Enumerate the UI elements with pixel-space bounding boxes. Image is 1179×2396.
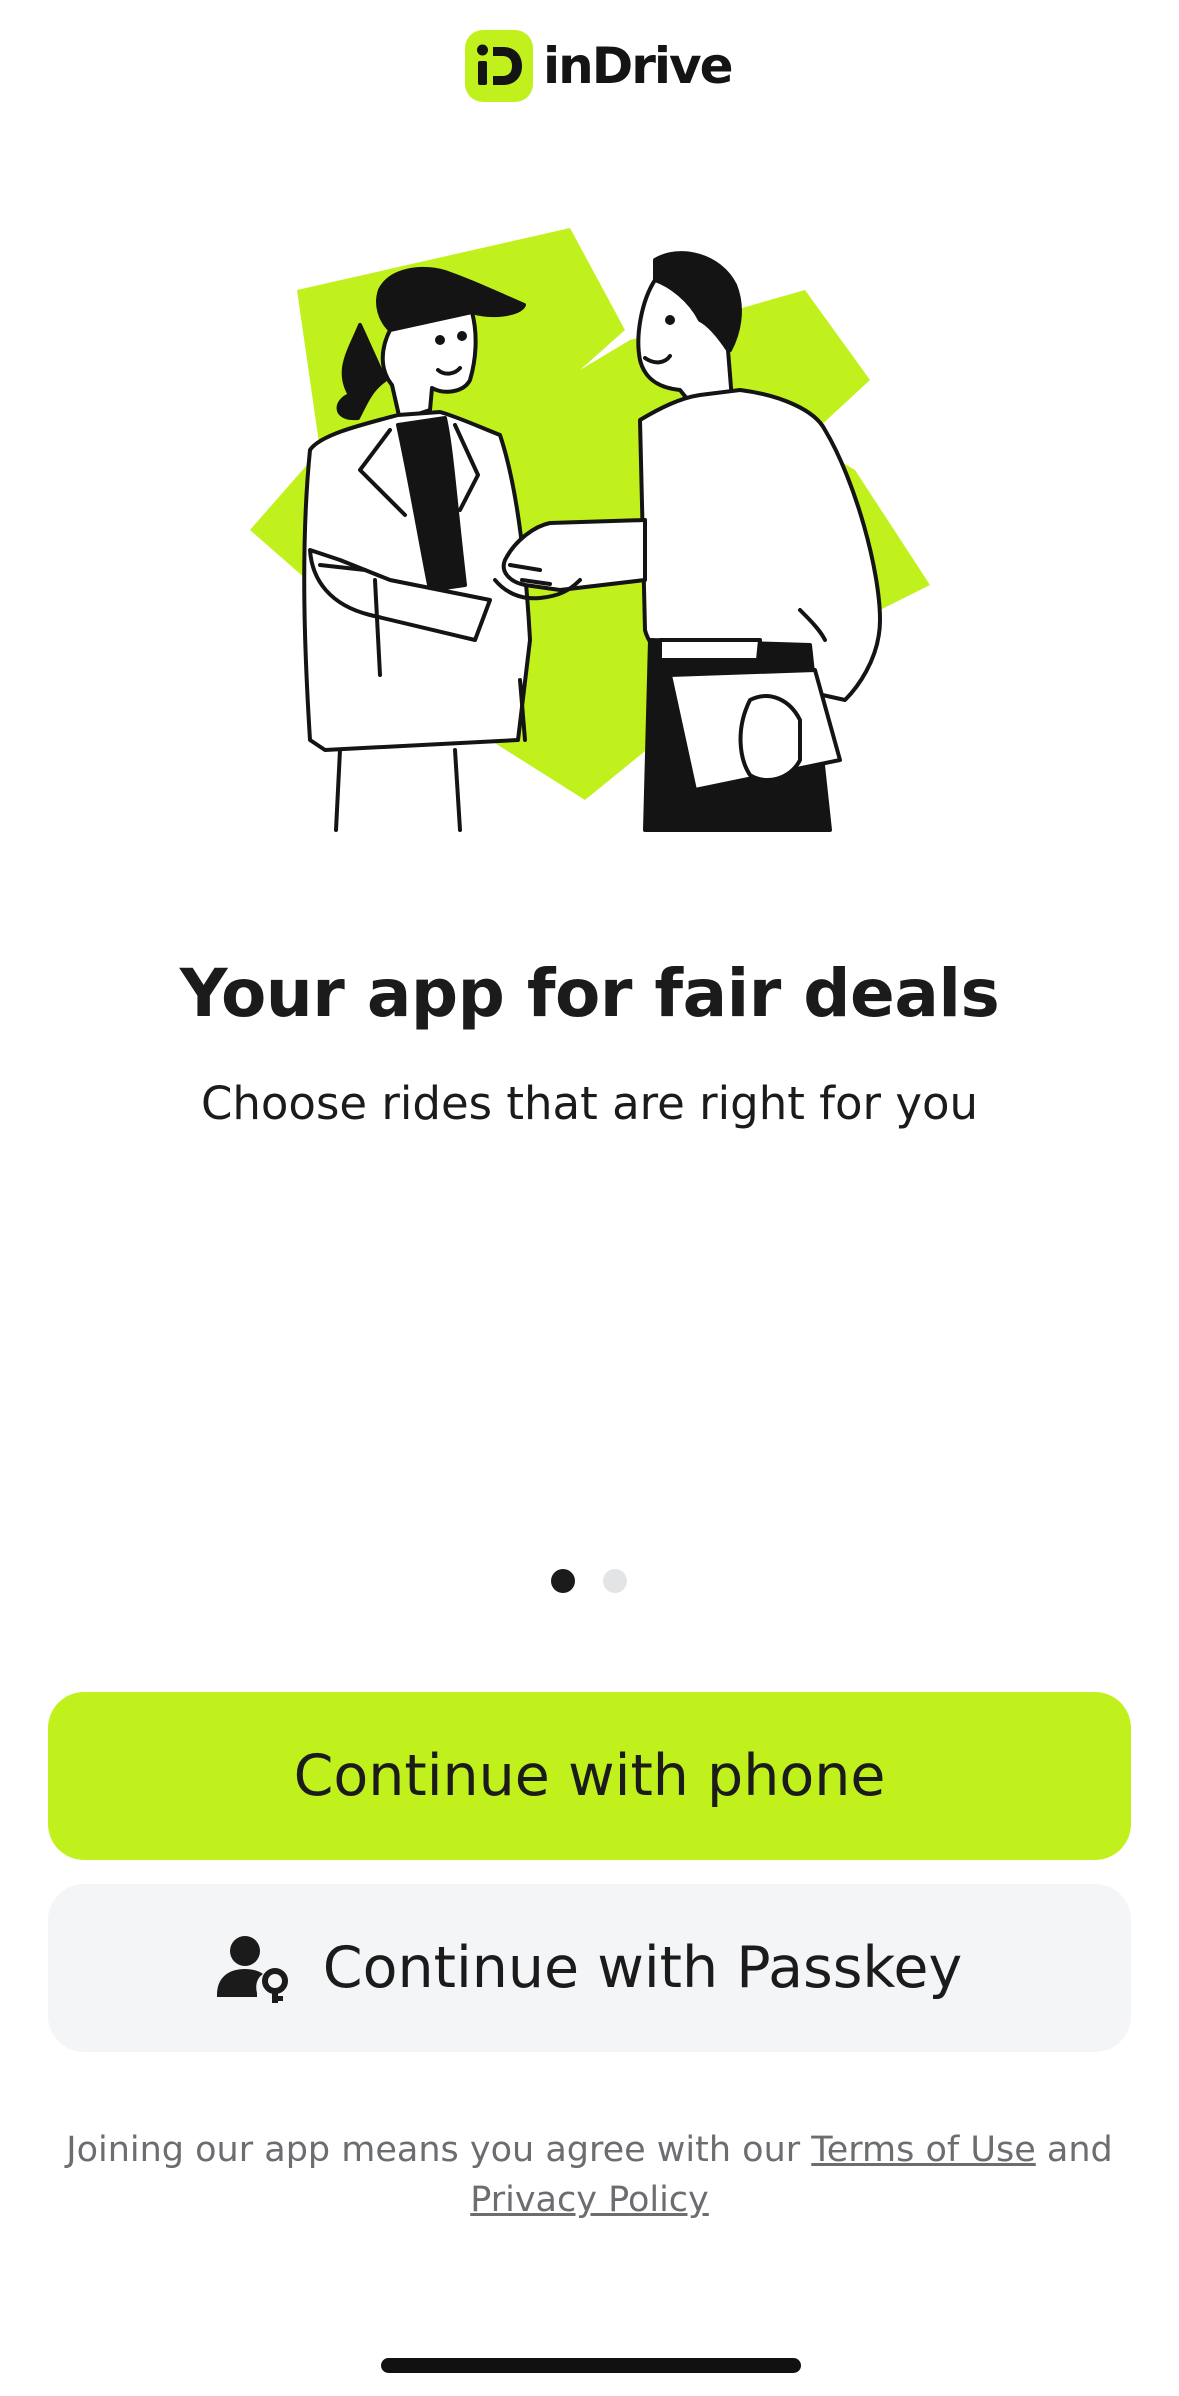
continue-with-passkey-button[interactable]: Continue with Passkey xyxy=(48,1884,1131,2052)
continue-with-phone-label: Continue with phone xyxy=(293,1743,886,1809)
privacy-policy-link[interactable]: Privacy Policy xyxy=(470,2180,709,2220)
onboarding-subtitle: Choose rides that are right for you xyxy=(200,1077,979,1130)
indrive-logo-icon xyxy=(465,30,533,102)
legal-prefix: Joining our app means you agree with our xyxy=(66,2130,801,2170)
user-key-icon xyxy=(216,1936,288,2003)
brand-name: inDrive xyxy=(543,37,734,95)
legal-conjunction: and xyxy=(1046,2130,1113,2170)
home-indicator[interactable] xyxy=(381,2358,801,2373)
onboarding-title: Your app for fair deals xyxy=(179,955,1000,1032)
page-indicator xyxy=(551,1569,627,1593)
continue-with-phone-button[interactable]: Continue with phone xyxy=(48,1692,1131,1860)
page-dot-active[interactable] xyxy=(551,1569,575,1593)
app-logo: inDrive xyxy=(465,30,734,102)
page-dot[interactable] xyxy=(603,1569,627,1593)
terms-of-use-link[interactable]: Terms of Use xyxy=(811,2130,1035,2170)
continue-with-passkey-label: Continue with Passkey xyxy=(322,1935,963,2001)
handshake-illustration xyxy=(250,228,930,832)
legal-notice: Joining our app means you agree with our… xyxy=(40,2125,1139,2225)
